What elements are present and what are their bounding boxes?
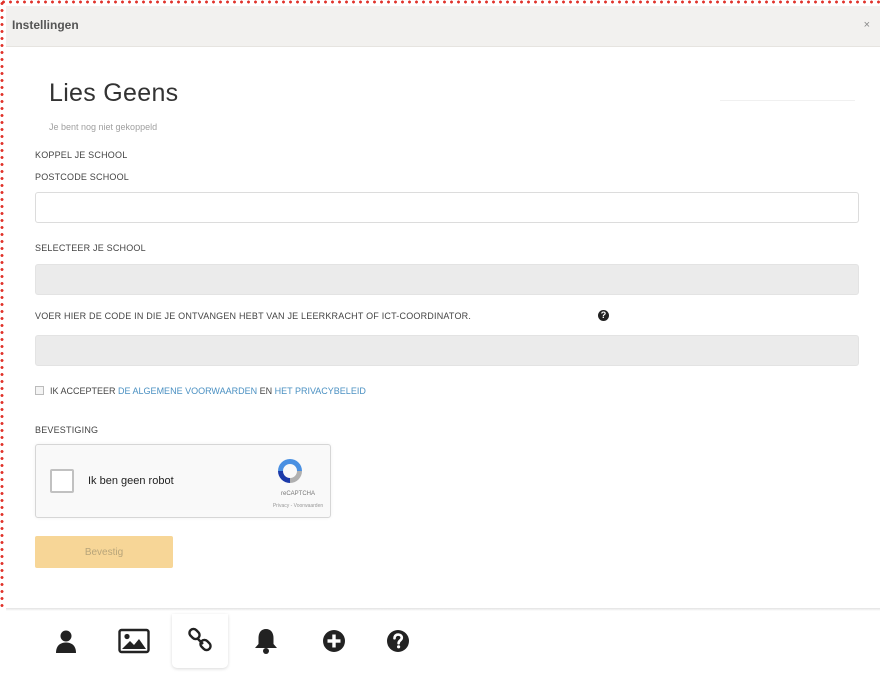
code-input[interactable]	[35, 335, 859, 366]
bottom-tab-bar	[0, 608, 880, 675]
link-icon	[188, 627, 212, 652]
tab-image[interactable]	[106, 614, 162, 668]
school-label: SELECTEER JE SCHOOL	[35, 243, 146, 253]
code-label: VOER HIER DE CODE IN DIE JE ONTVANGEN HE…	[35, 311, 472, 321]
recaptcha-widget: Ik ben geen robot reCAPTCHA Privacy - Vo…	[35, 444, 331, 518]
help-icon[interactable]: ?	[598, 310, 609, 321]
frame-border-top	[0, 0, 880, 4]
plus-circle-icon	[323, 630, 345, 652]
postcode-input[interactable]	[35, 192, 859, 223]
section-title: KOPPEL JE SCHOOL	[35, 150, 128, 160]
accept-middle: EN	[259, 386, 273, 396]
user-name: Lies Geens	[49, 79, 179, 107]
bell-icon	[255, 629, 277, 654]
postcode-label: POSTCODE SCHOOL	[35, 172, 130, 182]
tab-add[interactable]	[306, 614, 362, 668]
dialog-titlebar: Instellingen ×	[6, 6, 880, 47]
tab-notifications[interactable]	[238, 614, 294, 668]
tab-profile[interactable]	[38, 614, 94, 668]
image-icon	[118, 628, 150, 654]
recaptcha-checkbox[interactable]	[50, 469, 74, 493]
tab-help[interactable]	[370, 614, 426, 668]
tab-bar-shadow	[6, 608, 880, 611]
question-circle-icon	[387, 630, 409, 652]
dialog-title: Instellingen	[12, 18, 79, 32]
tab-link[interactable]	[172, 614, 228, 668]
link-status: Je bent nog niet gekoppeld	[49, 122, 158, 132]
confirmation-label: BEVESTIGING	[35, 425, 99, 435]
settings-panel: Lies Geens Je bent nog niet gekoppeld KO…	[0, 46, 880, 611]
accept-prefix: IK ACCEPTEER	[50, 386, 116, 396]
school-select[interactable]	[35, 264, 859, 295]
recaptcha-brand: reCAPTCHA	[280, 491, 315, 497]
confirm-button[interactable]: Bevestig	[35, 536, 173, 568]
recaptcha-links[interactable]: Privacy - Voorwaarden	[268, 503, 328, 509]
recaptcha-label: Ik ben geen robot	[88, 475, 174, 487]
header-divider	[720, 100, 855, 101]
privacy-link[interactable]: HET PRIVACYBELEID	[275, 386, 366, 396]
terms-link[interactable]: DE ALGEMENE VOORWAARDEN	[118, 386, 257, 396]
accept-checkbox[interactable]	[35, 386, 44, 395]
recaptcha-logo-icon	[278, 459, 302, 483]
close-icon[interactable]: ×	[864, 19, 870, 31]
user-icon	[56, 630, 76, 653]
accept-terms-row: IK ACCEPTEER DE ALGEMENE VOORWAARDEN EN …	[35, 386, 366, 396]
